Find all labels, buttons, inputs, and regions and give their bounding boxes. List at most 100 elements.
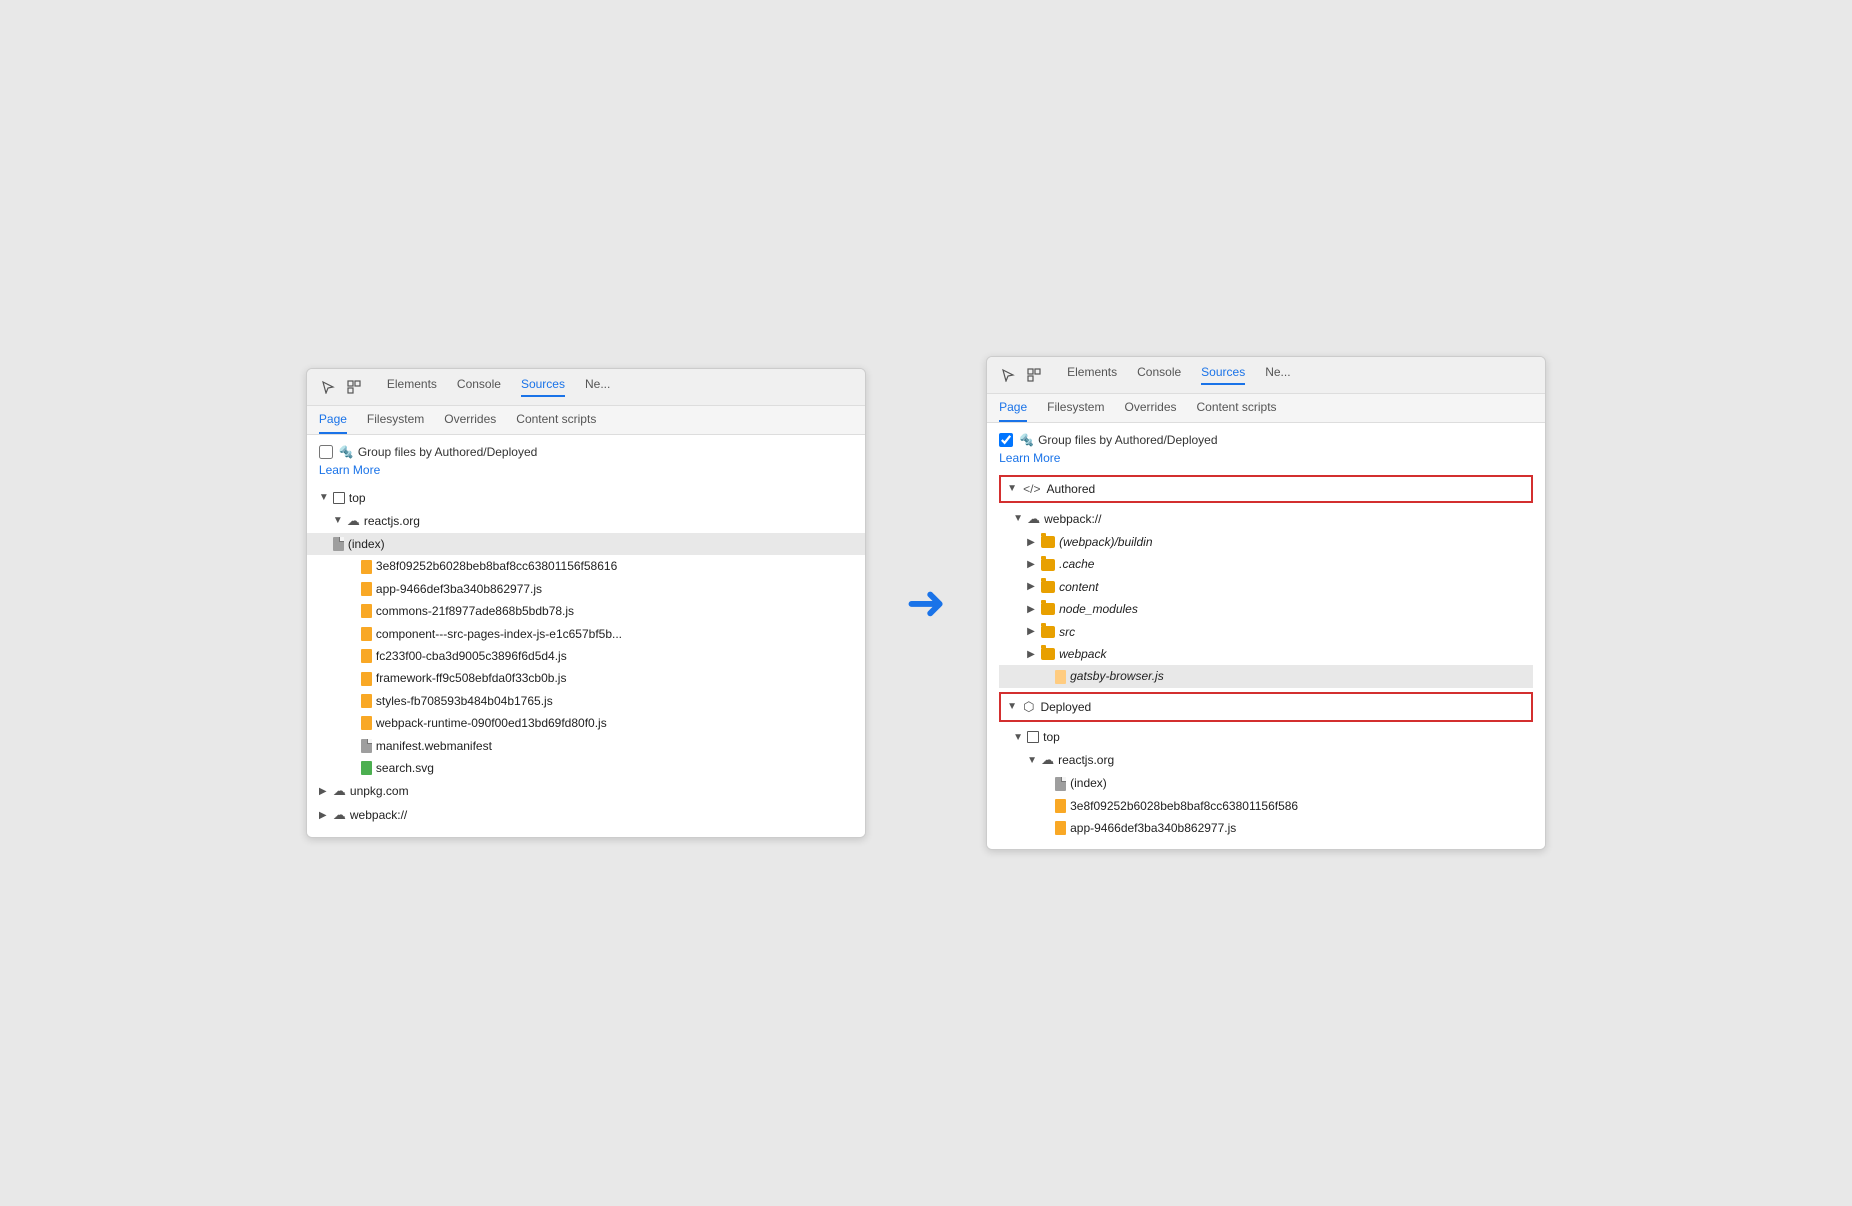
tree-item[interactable]: ▼ top <box>999 726 1533 748</box>
tree-item[interactable]: ▼ ☁ webpack:// <box>999 507 1533 531</box>
right-learn-more[interactable]: Learn More <box>999 451 1533 465</box>
left-stab-filesystem[interactable]: Filesystem <box>367 412 424 434</box>
left-stab-overrides[interactable]: Overrides <box>444 412 496 434</box>
cursor-icon[interactable] <box>999 366 1017 384</box>
authored-section-header[interactable]: ▼ </> Authored <box>999 475 1533 503</box>
right-panel-body: 🔩 Group files by Authored/Deployed Learn… <box>987 423 1545 850</box>
tree-item[interactable]: fc233f00-cba3d9005c3896f6d5d4.js <box>319 645 853 667</box>
right-checkbox-row[interactable]: 🔩 Group files by Authored/Deployed <box>999 433 1533 447</box>
inspect-icon[interactable] <box>1025 366 1043 384</box>
right-devtools-tabs: Elements Console Sources Ne... <box>1067 365 1290 385</box>
arrow-icon: ▶ <box>1027 601 1037 618</box>
tree-item[interactable]: (index) <box>999 772 1533 794</box>
folder-icon <box>1041 581 1055 593</box>
right-grouped-checkbox[interactable] <box>999 433 1013 447</box>
tree-item[interactable]: ▼ top <box>319 487 853 509</box>
file-icon <box>1055 799 1066 813</box>
right-tab-elements[interactable]: Elements <box>1067 365 1117 385</box>
authored-label: Authored <box>1046 479 1095 499</box>
left-checkbox-row[interactable]: 🔩 Group files by Authored/Deployed <box>319 445 853 459</box>
left-devtools-icons <box>319 378 363 396</box>
tree-item[interactable]: ▶ .cache <box>999 553 1533 575</box>
left-sources-tabs: Page Filesystem Overrides Content script… <box>307 406 865 435</box>
cloud-icon: ☁ <box>333 804 346 826</box>
tree-item[interactable]: app-9466def3ba340b862977.js <box>999 817 1533 839</box>
deployed-section-header[interactable]: ▼ ⬡ Deployed <box>999 692 1533 722</box>
tree-item[interactable]: styles-fb708593b484b04b1765.js <box>319 690 853 712</box>
folder-icon <box>1041 603 1055 615</box>
right-devtools-bar: Elements Console Sources Ne... <box>987 357 1545 394</box>
file-icon <box>361 694 372 708</box>
right-stab-filesystem[interactable]: Filesystem <box>1047 400 1104 422</box>
right-stab-overrides[interactable]: Overrides <box>1124 400 1176 422</box>
cloud-icon: ☁ <box>347 510 360 532</box>
file-icon <box>361 672 372 686</box>
tree-item[interactable]: (index) <box>307 533 865 555</box>
funnel-icon: 🔩 <box>339 445 354 459</box>
tree-item[interactable]: ▶ ☁ unpkg.com <box>319 779 853 803</box>
tree-item[interactable]: 3e8f09252b6028beb8baf8cc63801156f58616 <box>319 555 853 577</box>
right-tab-network[interactable]: Ne... <box>1265 365 1290 385</box>
left-grouped-checkbox[interactable] <box>319 445 333 459</box>
file-icon <box>361 560 372 574</box>
left-stab-content[interactable]: Content scripts <box>516 412 596 434</box>
left-panel: Elements Console Sources Ne... Page File… <box>306 368 866 839</box>
tree-item[interactable]: 3e8f09252b6028beb8baf8cc63801156f586 <box>999 795 1533 817</box>
arrow-icon: ▼ <box>1013 729 1023 746</box>
file-icon <box>333 537 344 551</box>
tree-item[interactable]: manifest.webmanifest <box>319 735 853 757</box>
left-tab-elements[interactable]: Elements <box>387 377 437 397</box>
right-stab-content[interactable]: Content scripts <box>1197 400 1277 422</box>
left-checkbox-label: 🔩 Group files by Authored/Deployed <box>339 445 537 459</box>
file-icon <box>361 604 372 618</box>
left-tab-sources[interactable]: Sources <box>521 377 565 397</box>
file-icon <box>361 627 372 641</box>
folder-top-icon <box>333 492 345 504</box>
right-stab-page[interactable]: Page <box>999 400 1027 422</box>
left-devtools-bar: Elements Console Sources Ne... <box>307 369 865 406</box>
left-file-tree: ▼ top ▼ ☁ reactjs.org (index) <box>319 487 853 828</box>
arrow-icon: ▶ <box>1027 556 1037 573</box>
cursor-icon[interactable] <box>319 378 337 396</box>
left-tab-console[interactable]: Console <box>457 377 501 397</box>
tree-item[interactable]: ▼ ☁ reactjs.org <box>999 748 1533 772</box>
arrow-icon: ▶ <box>1027 534 1037 551</box>
arrow-icon: ▶ <box>319 783 329 800</box>
left-learn-more[interactable]: Learn More <box>319 463 853 477</box>
tree-item[interactable]: app-9466def3ba340b862977.js <box>319 578 853 600</box>
left-stab-page[interactable]: Page <box>319 412 347 434</box>
right-tab-console[interactable]: Console <box>1137 365 1181 385</box>
arrow-icon: ▼ <box>1007 698 1017 715</box>
inspect-icon[interactable] <box>345 378 363 396</box>
tree-item[interactable]: commons-21f8977ade868b5bdb78.js <box>319 600 853 622</box>
arrow-icon: ▼ <box>319 489 329 506</box>
tree-item[interactable]: webpack-runtime-090f00ed13bd69fd80f0.js <box>319 712 853 734</box>
arrow-icon: ▶ <box>1027 646 1037 663</box>
right-checkbox-label: 🔩 Group files by Authored/Deployed <box>1019 433 1217 447</box>
tree-item[interactable]: ▶ ☁ webpack:// <box>319 803 853 827</box>
folder-icon <box>1041 626 1055 638</box>
deployed-label: Deployed <box>1040 697 1091 717</box>
tree-item[interactable]: search.svg <box>319 757 853 779</box>
right-panel: Elements Console Sources Ne... Page File… <box>986 356 1546 851</box>
tree-item[interactable]: gatsby-browser.js <box>999 665 1533 687</box>
arrow-icon: ▼ <box>1007 480 1017 497</box>
tree-item[interactable]: component---src-pages-index-js-e1c657bf5… <box>319 623 853 645</box>
right-tab-sources[interactable]: Sources <box>1201 365 1245 385</box>
tree-item[interactable]: ▶ (webpack)/buildin <box>999 531 1533 553</box>
tree-item[interactable]: framework-ff9c508ebfda0f33cb0b.js <box>319 667 853 689</box>
tree-item[interactable]: ▶ content <box>999 576 1533 598</box>
arrow-icon: ▼ <box>1013 510 1023 527</box>
left-tab-network[interactable]: Ne... <box>585 377 610 397</box>
arrow-icon: ▶ <box>1027 623 1037 640</box>
file-icon <box>1055 821 1066 835</box>
tree-item[interactable]: ▶ webpack <box>999 643 1533 665</box>
folder-icon <box>1041 648 1055 660</box>
tree-item[interactable]: ▼ ☁ reactjs.org <box>319 509 853 533</box>
arrow-icon: ▶ <box>1027 578 1037 595</box>
tree-item[interactable]: ▶ src <box>999 621 1533 643</box>
main-wrapper: Elements Console Sources Ne... Page File… <box>266 316 1586 891</box>
tree-item[interactable]: ▶ node_modules <box>999 598 1533 620</box>
code-icon: </> <box>1023 479 1040 499</box>
left-panel-body: 🔩 Group files by Authored/Deployed Learn… <box>307 435 865 838</box>
